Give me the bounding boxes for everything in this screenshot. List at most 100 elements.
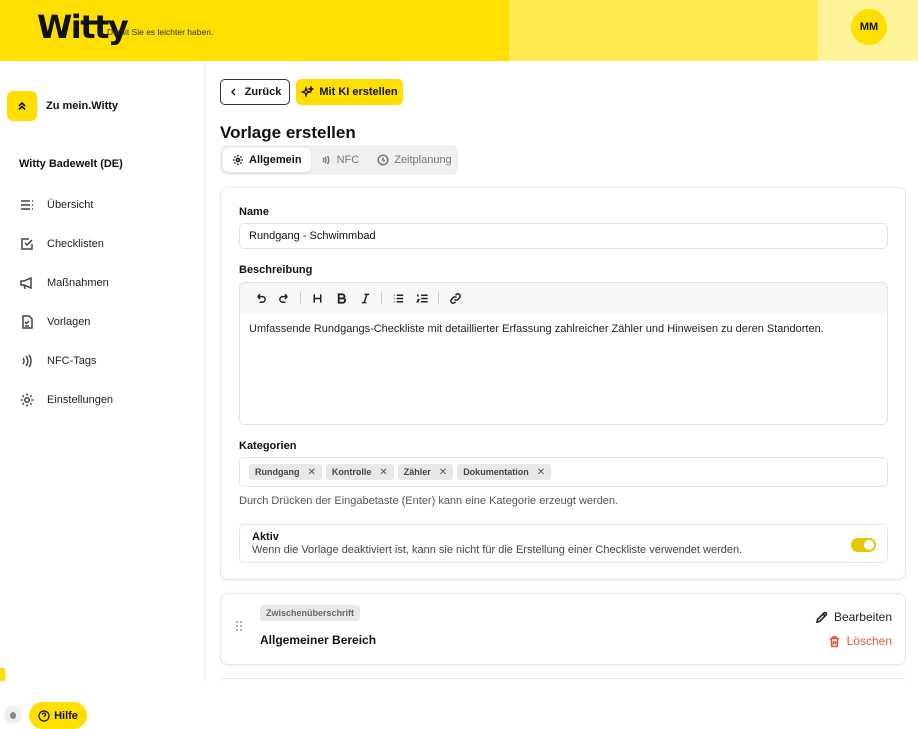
create-with-ai-button[interactable]: Mit KI erstellen <box>296 79 403 105</box>
create-with-ai-label: Mit KI erstellen <box>319 86 398 98</box>
sidebar-item-label: Vorlagen <box>47 315 91 328</box>
sidebar-nav: Übersicht Checklisten Maßnahmen Vorlagen… <box>19 185 199 419</box>
category-chip-label: Dokumentation <box>463 467 529 477</box>
category-chip: Dokumentation ✕ <box>457 464 552 480</box>
help-button[interactable]: Hilfe <box>29 702 87 729</box>
megaphone-icon <box>20 276 32 289</box>
categories-input[interactable]: Rundgang ✕ Kontrolle ✕ Zähler ✕ Dokumentati… <box>239 457 888 487</box>
sidebar-item-vorlagen[interactable]: Vorlagen <box>19 302 199 341</box>
sidebar-item-einstellungen[interactable]: Einstellungen <box>19 380 199 419</box>
back-to-mein-witty-label[interactable]: Zu mein.Witty <box>46 100 118 112</box>
corner-accent <box>0 668 5 681</box>
ordered-list-icon[interactable] <box>410 288 434 308</box>
category-chip: Kontrolle ✕ <box>325 464 394 480</box>
active-toggle[interactable] <box>851 538 876 552</box>
remove-chip-icon[interactable]: ✕ <box>308 467 316 478</box>
header-band <box>509 0 818 61</box>
gear-icon <box>20 393 34 406</box>
drag-handle-icon[interactable] <box>235 620 243 632</box>
section-title: Allgemeiner Bereich <box>260 633 377 647</box>
tab-allgemein[interactable]: Allgemein <box>223 148 311 172</box>
toolbar-divider <box>300 292 301 304</box>
sidebar-item-label: Checklisten <box>47 237 104 250</box>
section-card: Zwischenüberschrift Allgemeiner Bereich … <box>220 593 906 665</box>
bold-icon[interactable] <box>329 288 353 308</box>
name-input[interactable]: Rundgang - Schwimmbad <box>239 223 888 249</box>
question-circle-icon <box>38 709 50 722</box>
sidebar-item-checklisten[interactable]: Checklisten <box>19 224 199 263</box>
trash-icon <box>829 635 839 647</box>
bullet-list-icon[interactable] <box>386 288 410 308</box>
tab-zeitplanung[interactable]: Zeitplanung <box>368 148 461 172</box>
undo-icon[interactable] <box>248 288 272 308</box>
sidebar-item-label: NFC-Tags <box>47 354 97 367</box>
sidebar-item-uebersicht[interactable]: Übersicht <box>19 185 199 224</box>
toggle-knob <box>864 540 874 550</box>
tab-label: Zeitplanung <box>394 154 452 166</box>
sidebar: Zu mein.Witty Witty Badewelt (DE) Übersi… <box>0 61 205 729</box>
heading-icon[interactable] <box>305 288 329 308</box>
tab-label: NFC <box>336 154 360 166</box>
active-setting: Aktiv Wenn die Vorlage deaktiviert ist, … <box>239 524 888 563</box>
double-chevron-up-icon[interactable] <box>7 91 37 121</box>
toolbar-divider <box>438 292 439 304</box>
chevron-left-icon <box>230 88 236 96</box>
description-text[interactable]: Umfassende Rundgangs-Checkliste mit deta… <box>240 313 887 345</box>
sidebar-item-label: Übersicht <box>47 198 94 211</box>
main-content: Zurück Mit KI erstellen Vorlage erstelle… <box>205 61 918 681</box>
link-icon[interactable] <box>443 288 467 308</box>
section-type-badge: Zwischenüberschrift <box>260 605 361 621</box>
organization-name: Witty Badewelt (DE) <box>19 158 123 170</box>
user-avatar[interactable]: MM <box>851 9 887 45</box>
active-label: Aktiv <box>252 531 279 543</box>
gear-icon <box>233 155 243 165</box>
remove-chip-icon[interactable]: ✕ <box>537 467 545 478</box>
categories-hint: Durch Drücken der Eingabetaste (Enter) k… <box>239 495 619 507</box>
active-description: Wenn die Vorlage deaktiviert ist, kann s… <box>252 544 743 556</box>
description-label: Beschreibung <box>239 264 313 276</box>
category-chip: Rundgang ✕ <box>249 464 322 480</box>
checkbox-icon <box>21 237 33 250</box>
back-to-mein-witty[interactable]: Zu mein.Witty <box>7 91 118 121</box>
app-tagline: Damit Sie es leichter haben. <box>107 27 214 37</box>
back-button-label: Zurück <box>244 86 282 98</box>
toolbar-divider <box>381 292 382 304</box>
sparkles-icon <box>301 85 315 98</box>
next-section-card <box>220 678 906 688</box>
sidebar-item-massnahmen[interactable]: Maßnahmen <box>19 263 199 302</box>
category-chip-label: Zähler <box>403 467 431 477</box>
tab-bar: Allgemein NFC Zeitplanung <box>220 145 458 175</box>
pencil-icon <box>815 611 828 623</box>
italic-icon[interactable] <box>353 288 377 308</box>
nfc-icon <box>321 155 330 165</box>
edit-button[interactable]: Bearbeiten <box>815 610 892 624</box>
help-label: Hilfe <box>54 709 78 722</box>
tab-nfc[interactable]: NFC <box>311 148 369 172</box>
sidebar-item-label: Einstellungen <box>47 393 114 406</box>
list-icon <box>21 199 33 210</box>
delete-button-label: Löschen <box>846 634 892 648</box>
template-icon <box>22 314 33 329</box>
page-title: Vorlage erstellen <box>220 123 356 142</box>
bug-report-icon[interactable] <box>4 706 22 724</box>
category-chip-label: Kontrolle <box>331 467 372 477</box>
clock-icon <box>377 154 389 166</box>
remove-chip-icon[interactable]: ✕ <box>379 467 387 478</box>
back-button[interactable]: Zurück <box>220 79 290 105</box>
editor-toolbar <box>240 283 887 313</box>
categories-label: Kategorien <box>239 440 297 452</box>
remove-chip-icon[interactable]: ✕ <box>439 467 447 478</box>
tab-label: Allgemein <box>249 154 302 166</box>
sidebar-item-nfc-tags[interactable]: NFC-Tags <box>19 341 199 380</box>
category-chip: Zähler ✕ <box>397 464 454 480</box>
redo-icon[interactable] <box>272 288 296 308</box>
app-header: Witty Damit Sie es leichter haben. MM <box>0 0 918 61</box>
category-chip-label: Rundgang <box>255 467 300 477</box>
description-editor: Umfassende Rundgangs-Checkliste mit deta… <box>239 282 888 425</box>
nfc-icon <box>22 354 32 367</box>
name-label: Name <box>239 206 269 218</box>
delete-button[interactable]: Löschen <box>828 634 892 648</box>
sidebar-item-label: Maßnahmen <box>47 276 109 289</box>
general-form-card: Name Rundgang - Schwimmbad Beschreibung … <box>220 187 906 580</box>
edit-button-label: Bearbeiten <box>833 610 892 624</box>
